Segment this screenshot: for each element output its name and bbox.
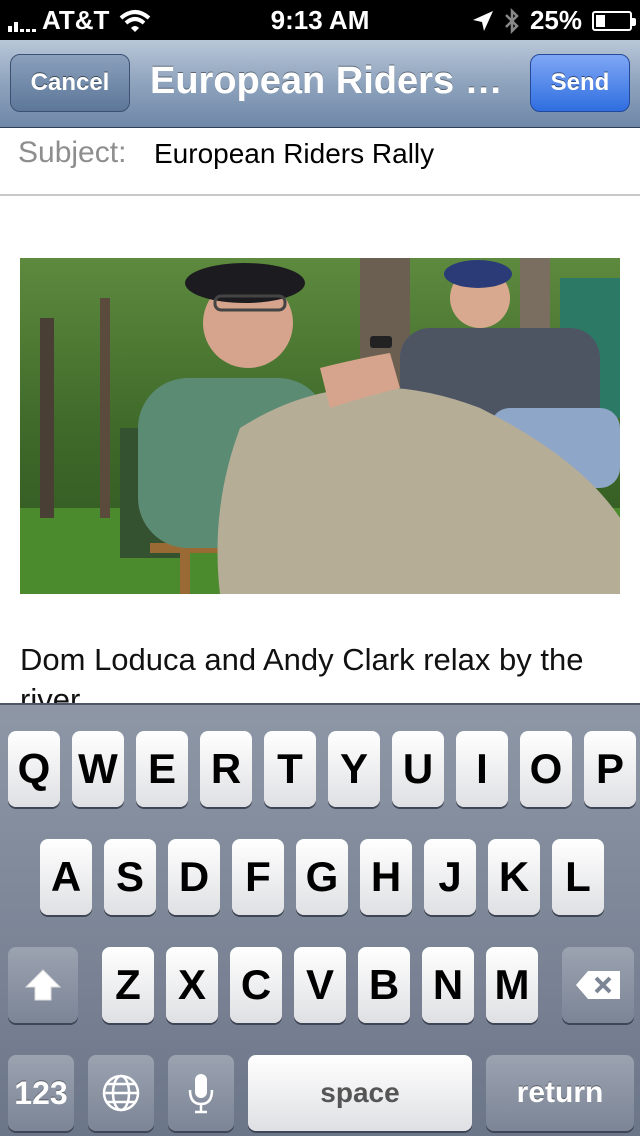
space-key[interactable]: space [248,1055,472,1131]
globe-key[interactable] [88,1055,154,1131]
microphone-icon [188,1074,214,1114]
key-f[interactable]: F [232,839,284,915]
key-v[interactable]: V [294,947,346,1023]
globe-icon [102,1074,140,1112]
key-t[interactable]: T [264,731,316,807]
battery-icon [592,10,636,31]
key-h[interactable]: H [360,839,412,915]
key-l[interactable]: L [552,839,604,915]
compose-nav-bar: Cancel European Riders Rally Send [0,40,640,128]
shift-arrow-icon [24,969,62,1001]
key-i[interactable]: I [456,731,508,807]
key-p[interactable]: P [584,731,636,807]
status-bar: AT&T 9:13 AM 25% [0,0,640,40]
key-c[interactable]: C [230,947,282,1023]
subject-row[interactable]: Subject: European Riders Rally [0,128,640,196]
compose-title: European Riders Rally [150,60,520,102]
key-x[interactable]: X [166,947,218,1023]
key-m[interactable]: M [486,947,538,1023]
key-d[interactable]: D [168,839,220,915]
send-button[interactable]: Send [530,54,630,112]
location-arrow-icon [472,10,493,31]
subject-field[interactable]: European Riders Rally [154,138,434,170]
delete-key[interactable] [562,947,634,1023]
key-n[interactable]: N [422,947,474,1023]
dictation-key[interactable] [168,1055,234,1131]
battery-percent: 25% [529,5,582,35]
key-z[interactable]: Z [102,947,154,1023]
key-s[interactable]: S [104,839,156,915]
photo-image [20,258,620,594]
key-y[interactable]: Y [328,731,380,807]
cancel-button[interactable]: Cancel [10,54,130,112]
key-k[interactable]: K [488,839,540,915]
key-q[interactable]: Q [8,731,60,807]
status-right: 25% [472,5,636,36]
key-o[interactable]: O [520,731,572,807]
bluetooth-icon [505,7,519,34]
key-u[interactable]: U [392,731,444,807]
backspace-icon [576,971,620,999]
shift-key[interactable] [8,947,78,1023]
key-b[interactable]: B [358,947,410,1023]
key-e[interactable]: E [136,731,188,807]
key-r[interactable]: R [200,731,252,807]
numbers-key[interactable]: 123 [8,1055,74,1131]
keyboard: Q W E R T Y U I O P A S D F G H J K L Z … [0,703,640,1136]
key-a[interactable]: A [40,839,92,915]
return-key[interactable]: return [486,1055,634,1131]
attached-photo[interactable] [20,258,620,594]
key-w[interactable]: W [72,731,124,807]
key-g[interactable]: G [296,839,348,915]
key-j[interactable]: J [424,839,476,915]
subject-label: Subject: [18,136,127,169]
